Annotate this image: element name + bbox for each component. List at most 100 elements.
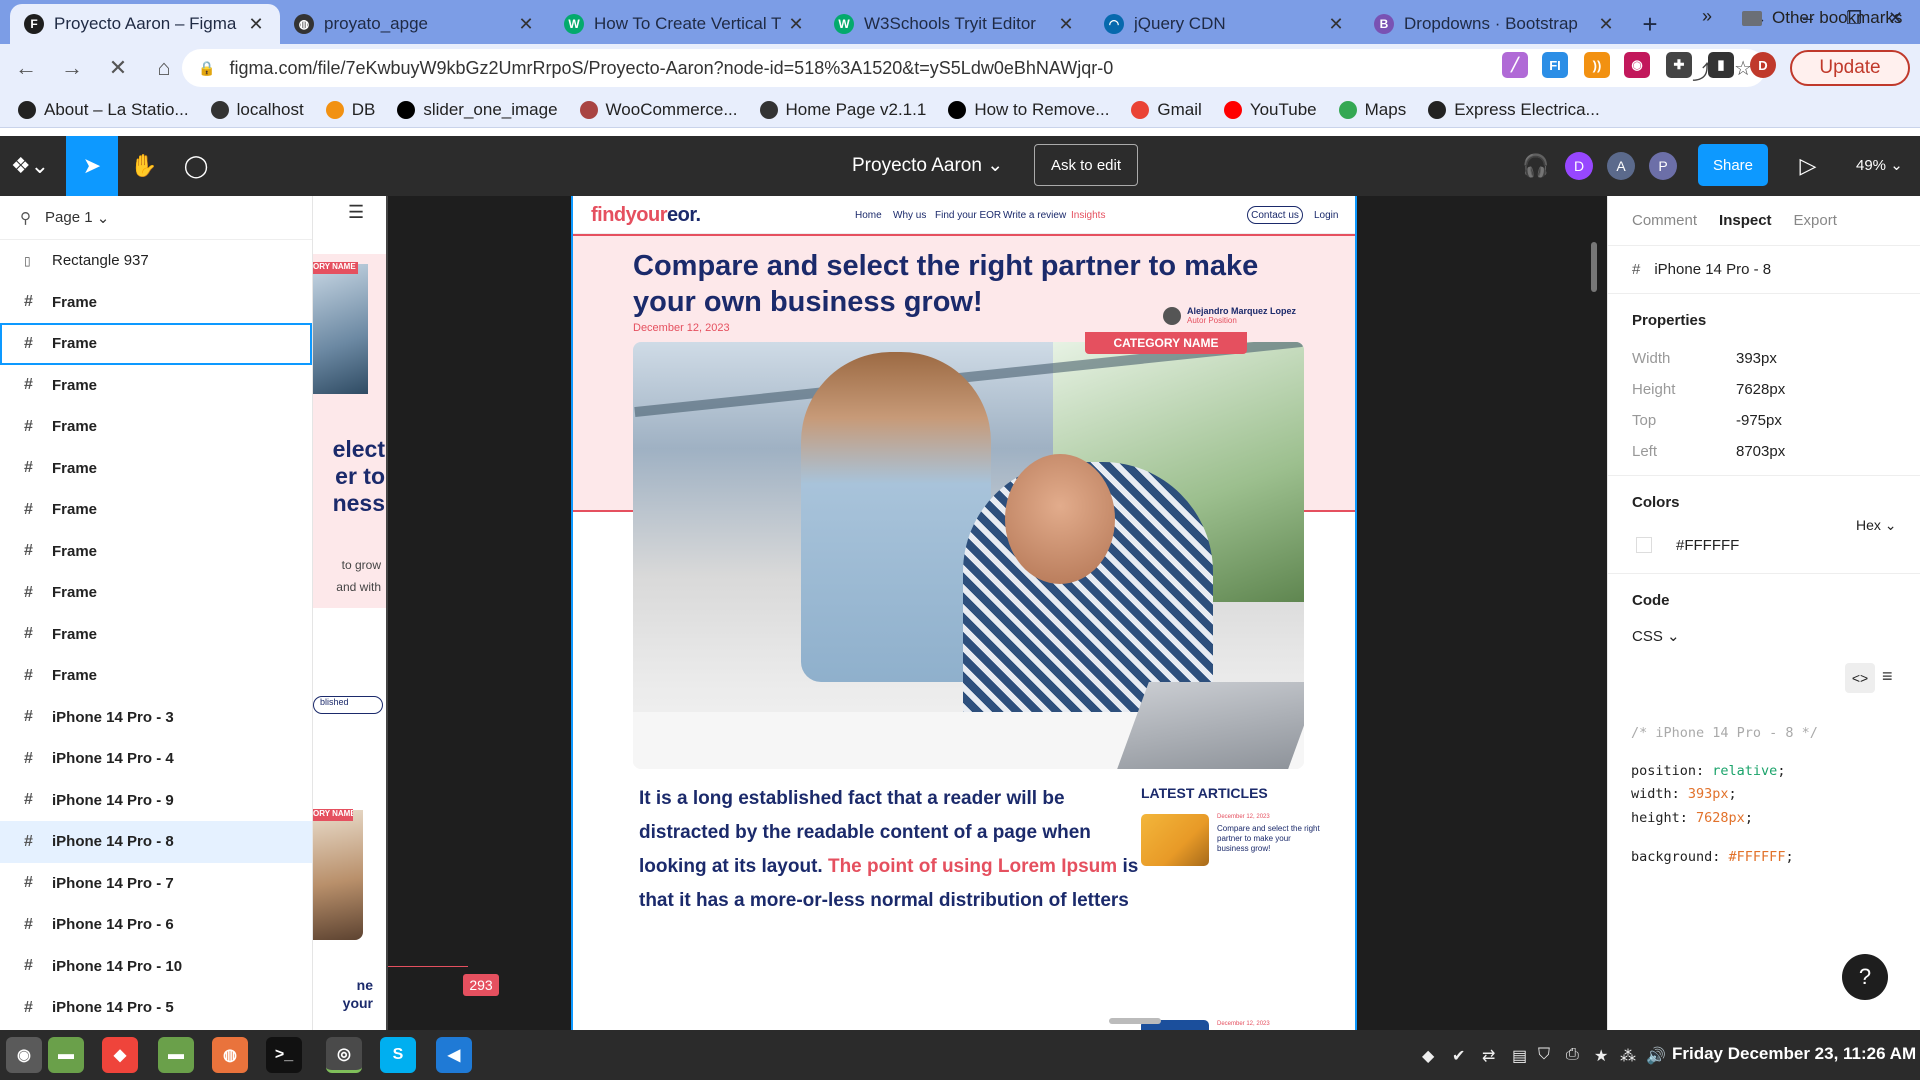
tab-comment[interactable]: Comment xyxy=(1632,212,1697,229)
move-tool-icon[interactable]: ➤ xyxy=(66,136,118,196)
layer-item[interactable]: # iPhone 14 Pro - 6 xyxy=(0,904,312,946)
vscode-icon[interactable]: ◀ xyxy=(436,1037,472,1073)
css-code-block[interactable]: /* iPhone 14 Pro - 8 */ position: relati… xyxy=(1631,722,1818,870)
menu-icon[interactable]: ◉ xyxy=(6,1037,42,1073)
layer-item[interactable]: # Frame xyxy=(0,448,312,490)
layer-item[interactable]: # Frame xyxy=(0,655,312,697)
layer-item[interactable]: # iPhone 14 Pro - 9 xyxy=(0,780,312,822)
frame-iphone-14-pro-8[interactable]: findyoureor. Home Why us Find your EOR W… xyxy=(571,196,1357,1030)
bookmark-star-icon[interactable]: ☆ xyxy=(1734,56,1752,85)
share-button[interactable]: Share xyxy=(1698,144,1768,186)
layer-item[interactable]: # iPhone 14 Pro - 8 xyxy=(0,821,312,863)
chrome-icon[interactable]: ◎ xyxy=(326,1037,362,1073)
close-tab-icon[interactable]: ✕ xyxy=(246,14,266,35)
forward-icon[interactable]: → xyxy=(52,48,92,88)
system-clock[interactable]: Friday December 23, 11:26 AM xyxy=(1672,1044,1916,1064)
search-icon[interactable]: ⚲ xyxy=(20,209,31,227)
hand-tool-icon[interactable]: ✋ xyxy=(118,136,170,196)
file-name[interactable]: Proyecto Aaron ⌄ xyxy=(852,154,1003,177)
layer-item[interactable]: # iPhone 14 Pro - 5 xyxy=(0,987,312,1029)
present-play-icon[interactable]: ▷ xyxy=(1782,136,1834,196)
page-selector[interactable]: ⚲ Page 1 ⌄ xyxy=(0,196,312,240)
property-value[interactable]: 7628px xyxy=(1736,381,1785,398)
skype-icon[interactable]: S xyxy=(380,1037,416,1073)
browser-tab[interactable]: W How To Create Vertical T ✕ xyxy=(550,4,820,44)
network-tray-icon[interactable]: ⁂ xyxy=(1620,1046,1636,1066)
clipboard-tray-icon[interactable]: ▤ xyxy=(1512,1046,1527,1066)
fi-extension-icon[interactable]: FI xyxy=(1542,52,1568,78)
teamviewer-tray-icon[interactable]: ⇄ xyxy=(1482,1046,1495,1066)
bookmark-item[interactable]: WooCommerce... xyxy=(579,100,738,120)
code-list-icon[interactable]: ≡ xyxy=(1882,666,1893,687)
profile-avatar[interactable]: D xyxy=(1750,52,1776,78)
terminal-icon[interactable]: >_ xyxy=(266,1037,302,1073)
bookmark-item[interactable]: localhost xyxy=(210,100,304,120)
close-tab-icon[interactable]: ✕ xyxy=(516,14,536,35)
bookmark-item[interactable]: YouTube xyxy=(1223,100,1317,120)
property-value[interactable]: -975px xyxy=(1736,412,1782,429)
star-tray-icon[interactable]: ★ xyxy=(1594,1046,1608,1066)
ask-to-edit-button[interactable]: Ask to edit xyxy=(1034,144,1138,186)
close-tab-icon[interactable]: ✕ xyxy=(1326,14,1346,35)
omnibox[interactable]: 🔒 figma.com/file/7eKwbuyW9kbGz2UmrRrpoS/… xyxy=(182,49,1766,87)
layer-item[interactable]: # Frame xyxy=(0,282,312,324)
ubuntu-icon[interactable]: ◍ xyxy=(212,1037,248,1073)
layer-item[interactable]: # Frame xyxy=(0,531,312,573)
anydesk-icon[interactable]: ◆ xyxy=(102,1037,138,1073)
help-button[interactable]: ? xyxy=(1842,954,1888,1000)
color-format-select[interactable]: Hex ⌄ xyxy=(1856,517,1897,534)
browser-tab[interactable]: B Dropdowns · Bootstrap ✕ xyxy=(1360,4,1630,44)
layer-item[interactable]: # Frame xyxy=(0,489,312,531)
bookmark-item[interactable]: Maps xyxy=(1338,100,1406,120)
layer-item[interactable]: # Frame xyxy=(0,323,312,365)
code-view-icon[interactable]: <> xyxy=(1845,663,1875,693)
bookmark-item[interactable]: About – La Statio... xyxy=(18,100,189,120)
pen-extension-icon[interactable]: ╱ xyxy=(1502,52,1528,78)
close-tab-icon[interactable]: ✕ xyxy=(1596,14,1616,35)
layer-item[interactable]: # Frame xyxy=(0,365,312,407)
volume-tray-icon[interactable]: 🔊 xyxy=(1646,1046,1666,1066)
layer-item[interactable]: # Frame xyxy=(0,572,312,614)
layer-item[interactable]: ▯ Rectangle 937 xyxy=(0,240,312,282)
update-button[interactable]: Update xyxy=(1790,50,1910,86)
update-tray-icon[interactable]: ✔ xyxy=(1452,1046,1465,1066)
new-tab-icon[interactable]: + xyxy=(1630,4,1670,44)
layer-item[interactable]: # Frame xyxy=(0,406,312,448)
bookmark-item[interactable]: Home Page v2.1.1 xyxy=(759,100,926,120)
layer-item[interactable]: # Frame xyxy=(0,614,312,656)
shield-tray-icon[interactable]: ⛉ xyxy=(1538,1046,1550,1064)
home-icon[interactable]: ⌂ xyxy=(144,48,184,88)
back-icon[interactable]: ← xyxy=(6,48,46,88)
files-icon[interactable]: ▬ xyxy=(48,1037,84,1073)
collaborator-avatar[interactable]: A xyxy=(1607,152,1635,180)
property-value[interactable]: 393px xyxy=(1736,350,1777,367)
tab-export[interactable]: Export xyxy=(1794,212,1837,229)
printer-tray-icon[interactable]: ⎙ xyxy=(1566,1046,1579,1064)
comment-tool-icon[interactable]: ◯ xyxy=(170,136,222,196)
anydesk-tray-icon[interactable]: ◆ xyxy=(1422,1046,1434,1066)
layer-item[interactable]: # iPhone 14 Pro - 4 xyxy=(0,738,312,780)
layer-item[interactable]: # iPhone 14 Pro - 10 xyxy=(0,946,312,988)
layer-item[interactable]: # iPhone 14 Pro - 3 xyxy=(0,697,312,739)
canvas-vertical-scrollbar[interactable] xyxy=(1591,242,1597,292)
browser-tab[interactable]: ◍ proyato_apge ✕ xyxy=(280,4,550,44)
bookmark-item[interactable]: slider_one_image xyxy=(397,100,558,120)
other-bookmarks[interactable]: Other bookmarks xyxy=(1742,8,1902,28)
figma-canvas[interactable]: ☰ ORY NAME elect er to ness to grow and … xyxy=(313,196,1607,1030)
collaborator-avatar[interactable]: P xyxy=(1649,152,1677,180)
rss-extension-icon[interactable]: )) xyxy=(1584,52,1610,78)
bookmark-item[interactable]: How to Remove... xyxy=(948,100,1109,120)
canvas-scrollbar[interactable] xyxy=(1109,1018,1161,1024)
colorpicker-extension-icon[interactable]: ◉ xyxy=(1624,52,1650,78)
bookmark-item[interactable]: Gmail xyxy=(1131,100,1202,120)
collaborator-avatar[interactable]: D xyxy=(1565,152,1593,180)
property-value[interactable]: 8703px xyxy=(1736,443,1785,460)
lock-icon[interactable]: 🔒 xyxy=(198,60,215,77)
browser-tab[interactable]: W W3Schools Tryit Editor ✕ xyxy=(820,4,1090,44)
browser-tab[interactable]: F Proyecto Aaron – Figma ✕ xyxy=(10,4,280,44)
layer-item[interactable]: # iPhone 14 Pro - 7 xyxy=(0,863,312,905)
bookmark-item[interactable]: Express Electrica... xyxy=(1428,100,1600,120)
code-language-select[interactable]: CSS ⌄ xyxy=(1632,627,1896,645)
frame-preview-left[interactable]: ☰ ORY NAME elect er to ness to grow and … xyxy=(313,196,388,1030)
close-tab-icon[interactable]: ✕ xyxy=(1056,14,1076,35)
